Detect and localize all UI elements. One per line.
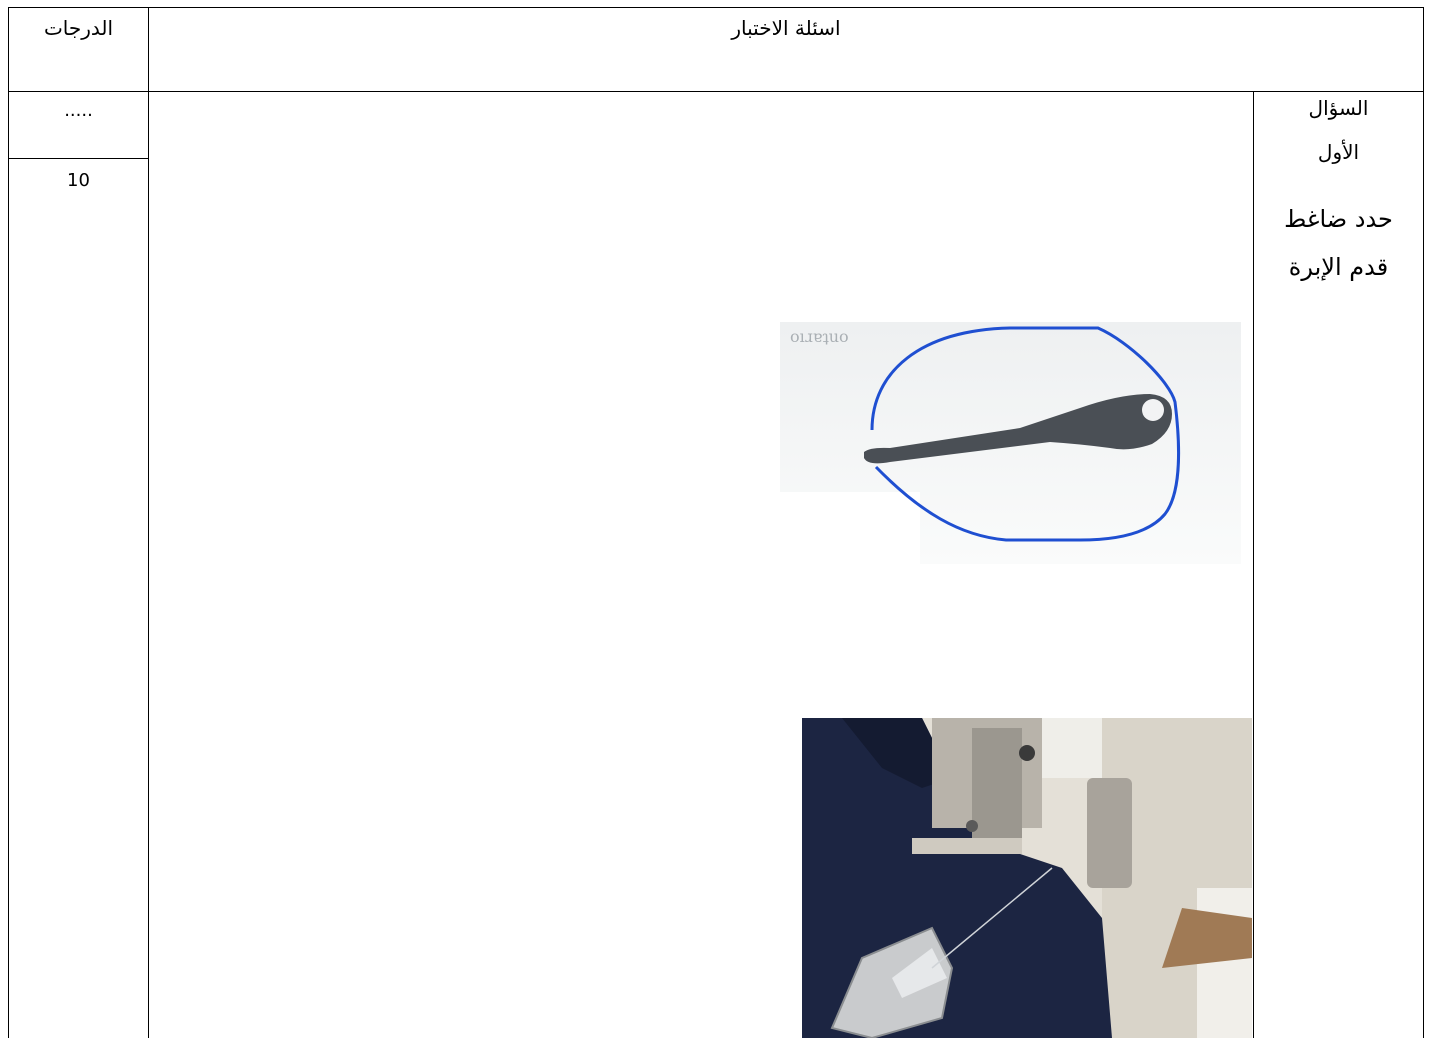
presser-foot-part-icon: oıɹɐʇuo	[780, 322, 1241, 564]
serger-machine-photo	[802, 718, 1252, 1038]
question-number-line1: السؤال	[1308, 96, 1369, 120]
grades-column-left-lower	[8, 91, 9, 1038]
presser-foot-part-image: oıɹɐʇuo	[780, 322, 1241, 564]
grade-placeholder: .....	[64, 100, 93, 121]
questions-header: اسئلة الاختبار	[731, 16, 841, 40]
svg-text:oıɹɐʇuo: oıɹɐʇuo	[790, 327, 849, 346]
table-border-right	[1423, 7, 1424, 1038]
question-prompt-line1: حدد ضاغط	[1284, 205, 1393, 233]
part-hole	[1142, 399, 1164, 421]
grades-column-divider	[148, 7, 149, 1038]
table-border-top	[8, 7, 1424, 8]
question-number-line2: الأول	[1317, 140, 1360, 164]
question-prompt-line2: قدم الإبرة	[1288, 253, 1389, 281]
grade-score: 10	[67, 170, 90, 191]
grades-header: الدرجات	[43, 16, 114, 40]
grades-row-divider	[8, 158, 149, 159]
question-label-divider	[1253, 91, 1254, 1038]
serger-machine-icon	[802, 718, 1252, 1038]
header-divider	[8, 91, 1424, 92]
